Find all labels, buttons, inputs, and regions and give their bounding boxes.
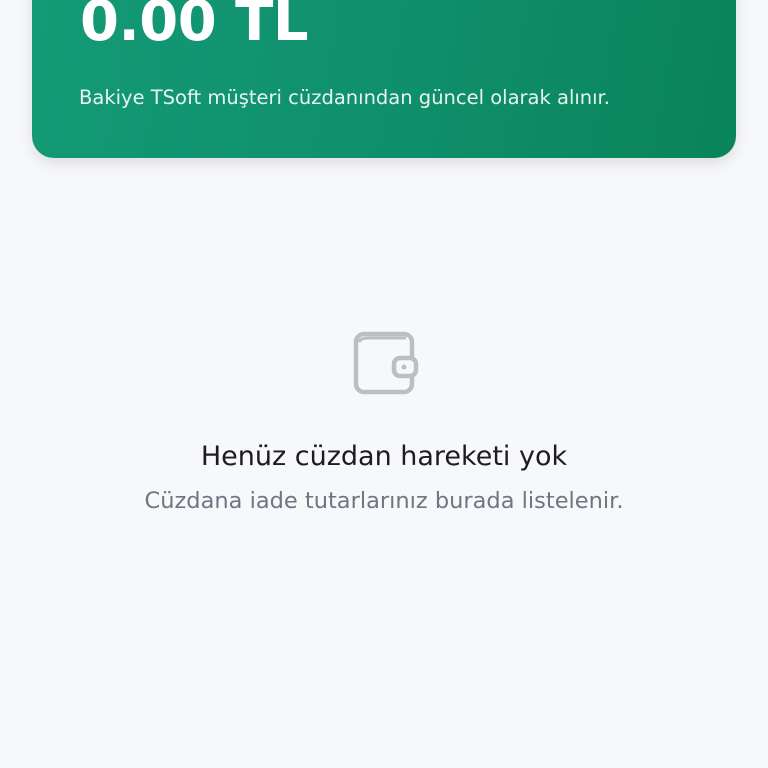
balance-amount: 0.00 TL [80, 0, 309, 54]
wallet-icon [353, 331, 419, 395]
balance-card: 0.00 TL Bakiye TSoft müşteri cüzdanından… [32, 0, 736, 158]
wallet-page: 0.00 TL Bakiye TSoft müşteri cüzdanından… [0, 0, 768, 768]
balance-note: Bakiye TSoft müşteri cüzdanından güncel … [79, 86, 610, 109]
empty-state: Henüz cüzdan hareketi yok Cüzdana iade t… [0, 326, 768, 516]
empty-state-title: Henüz cüzdan hareketi yok [200, 441, 568, 472]
empty-state-subtitle: Cüzdana iade tutarlarınız burada listele… [144, 488, 624, 514]
